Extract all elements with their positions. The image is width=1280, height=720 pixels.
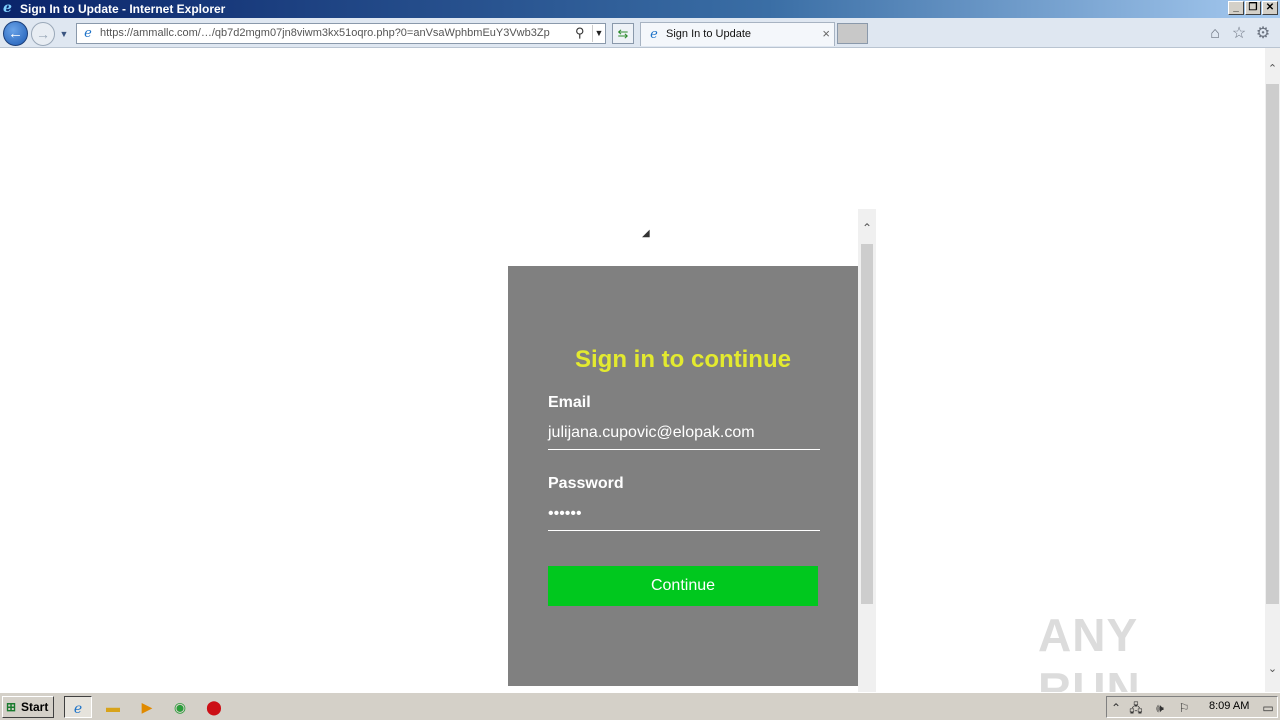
minimize-button[interactable]: _ [1228,1,1244,15]
maximize-button[interactable]: ❐ [1245,1,1261,15]
back-button[interactable]: ← [3,21,28,46]
email-field[interactable]: julijana.cupovic@elopak.com [548,416,820,450]
continue-button[interactable]: Continue [548,566,818,606]
frame-scroll-up-icon[interactable]: ⌃ [858,221,876,237]
tab-close-icon[interactable]: × [822,26,830,41]
network-icon[interactable]: 🖧 [1127,699,1145,717]
browser-toolbar: ← → ▼ e https://ammallc.com/…/qb7d2mgm07… [0,18,1280,48]
taskbar-media-player-icon[interactable]: ▶ [133,696,161,718]
tray-expand-icon[interactable]: ⌃ [1107,699,1125,717]
resize-grip-icon: ◢ [642,228,650,239]
window-title: Sign In to Update - Internet Explorer [20,2,226,16]
volume-icon[interactable]: 🕪 [1151,699,1169,717]
taskbar-explorer-icon[interactable]: ▬ [99,696,127,718]
taskbar-opera-icon[interactable]: ⬤ [200,696,228,718]
start-label: Start [21,700,49,714]
clock[interactable]: 8:09 AM [1209,700,1249,712]
sign-in-heading: Sign in to continue [575,346,791,373]
address-dropdown-icon[interactable]: ▼ [592,25,605,42]
password-label: Password [548,475,624,492]
anyrun-watermark: ANY RUN [1038,609,1141,715]
tab-sign-in[interactable]: e Sign In to Update × [640,22,835,46]
scroll-down-icon[interactable]: ⌄ [1265,662,1280,678]
password-field[interactable]: •••••• [548,497,820,531]
scrollbar-thumb[interactable] [1266,84,1279,604]
system-tray: ⌃ 🖧 🕪 ⚐ 8:09 AM ▭ [1106,696,1278,718]
refresh-icon[interactable]: ⇆ [612,23,634,44]
close-button[interactable]: ✕ [1262,1,1278,15]
action-center-flag-icon[interactable]: ⚐ [1175,699,1193,717]
tab-label: Sign In to Update [666,28,752,40]
sign-in-card: Sign in to continue Email julijana.cupov… [508,266,858,686]
frame-scrollbar[interactable]: ⌃ [858,209,876,692]
home-icon[interactable]: ⌂ [1205,24,1225,44]
favorites-star-icon[interactable]: ☆ [1229,24,1249,44]
settings-gear-icon[interactable]: ⚙ [1253,24,1273,44]
show-desktop-icon[interactable]: ▭ [1259,699,1277,717]
search-icon[interactable]: ⚲ [575,25,591,41]
start-button[interactable]: ⊞ Start [2,696,54,718]
frame-scrollbar-thumb[interactable] [861,244,873,604]
page-scrollbar[interactable]: ⌃ ⌄ [1265,48,1280,692]
address-bar[interactable]: e https://ammallc.com/…/qb7d2mgm07jn8viw… [76,23,606,44]
forward-button[interactable]: → [31,22,55,46]
new-tab-button[interactable] [837,23,868,44]
email-label: Email [548,394,591,411]
history-dropdown-icon[interactable]: ▼ [58,28,70,40]
title-bar: e Sign In to Update - Internet Explorer … [0,0,1280,18]
taskbar: ⊞ Start e ▬ ▶ ◉ ⬤ ⌃ 🖧 🕪 ⚐ 8:09 AM ▭ [0,692,1280,720]
url-text[interactable]: https://ammallc.com/…/qb7d2mgm07jn8viwm3… [100,27,550,39]
ie-icon: e [3,0,12,16]
page-icon: e [84,26,92,41]
taskbar-ie-icon[interactable]: e [64,696,92,718]
tab-ie-icon: e [650,27,658,42]
windows-flag-icon: ⊞ [6,700,17,714]
taskbar-chrome-icon[interactable]: ◉ [166,696,194,718]
scroll-up-icon[interactable]: ⌃ [1265,62,1280,78]
